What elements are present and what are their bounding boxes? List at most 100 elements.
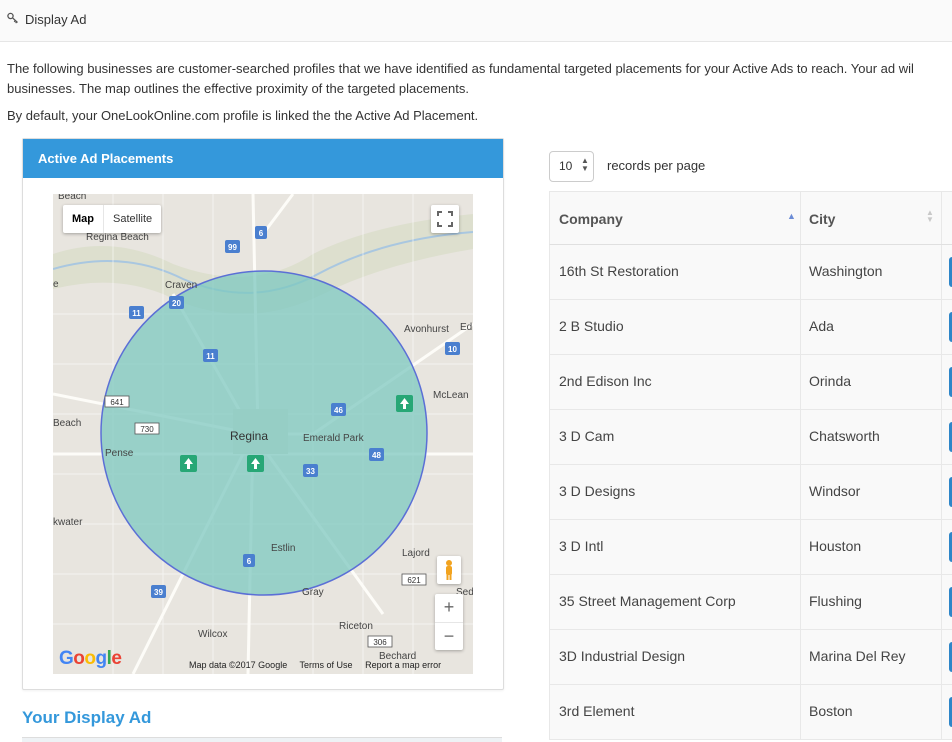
table-row[interactable]: 3 D Designs Windsor (549, 465, 952, 520)
svg-text:Estlin: Estlin (271, 543, 295, 554)
svg-text:46: 46 (334, 406, 343, 415)
company-cell: 2nd Edison Inc (550, 355, 801, 409)
intro-line-2: businesses. The map outlines the effecti… (7, 81, 469, 96)
svg-text:11: 11 (132, 309, 141, 318)
key-icon (7, 12, 19, 27)
pegman-icon (446, 560, 452, 580)
company-name: 3 D Designs (559, 483, 636, 499)
table-row[interactable]: 3 D Cam Chatsworth (549, 410, 952, 465)
svg-text:Regina: Regina (230, 429, 268, 443)
city-name: Boston (809, 703, 853, 719)
svg-text:Regina Beach: Regina Beach (86, 232, 149, 243)
zoom-in-button[interactable]: + (435, 594, 463, 622)
your-display-ad-heading: Your Display Ad (22, 708, 152, 727)
table-row[interactable]: 2nd Edison Inc Orinda (549, 355, 952, 410)
svg-text:6: 6 (259, 229, 264, 238)
table-row[interactable]: 3D Industrial Design Marina Del Rey (549, 630, 952, 685)
svg-text:Wilcox: Wilcox (198, 629, 227, 640)
sort-ascending-icon: ▲ (787, 211, 796, 221)
svg-text:10: 10 (448, 345, 457, 354)
company-name: 3D Industrial Design (559, 648, 686, 664)
company-cell: 3rd Element (550, 685, 801, 739)
company-cell: 16th St Restoration (550, 245, 801, 299)
report-map-error-link[interactable]: Report a map error (365, 660, 441, 670)
active-ad-placements-panel: Active Ad Placements 6 99 20 11 11 10 46… (22, 138, 504, 690)
city-name: Flushing (809, 593, 862, 609)
fullscreen-button[interactable] (431, 205, 459, 233)
column-header-company[interactable]: Company ▲ (550, 192, 801, 244)
svg-text:Emerald Park: Emerald Park (303, 433, 365, 444)
city-name: Houston (809, 538, 862, 554)
panel-header: Active Ad Placements (23, 139, 503, 178)
highway-6-top-shield: 6 (255, 226, 267, 239)
svg-text:e: e (53, 279, 59, 290)
highway-48-shield: 48 (369, 448, 384, 461)
city-name: Orinda (809, 373, 852, 389)
company-cell: 3D Industrial Design (550, 630, 801, 684)
table-header: Company ▲ City ▲ ▼ (549, 191, 952, 245)
highway-20-shield: 20 (169, 296, 184, 309)
svg-text:11: 11 (206, 352, 215, 361)
city-cell: Marina Del Rey (800, 630, 942, 684)
table-row[interactable]: 3rd Element Boston (549, 685, 952, 740)
svg-text:99: 99 (228, 243, 237, 252)
location-marker-icon (396, 395, 413, 412)
map-data-attribution: Map data ©2017 Google (189, 660, 288, 670)
city-name: Washington (809, 263, 883, 279)
city-cell: Windsor (800, 465, 942, 519)
city-cell: Boston (800, 685, 942, 739)
table-row[interactable]: 2 B Studio Ada (549, 300, 952, 355)
column-header-label: Company (559, 211, 623, 227)
sort-both-icon: ▲ ▼ (926, 208, 934, 224)
svg-text:39: 39 (154, 588, 163, 597)
company-name: 2nd Edison Inc (559, 373, 652, 389)
svg-text:33: 33 (306, 467, 315, 476)
table-row[interactable]: 35 Street Management Corp Flushing (549, 575, 952, 630)
svg-text:6: 6 (247, 557, 252, 566)
company-cell: 3 D Designs (550, 465, 801, 519)
company-name: 35 Street Management Corp (559, 593, 736, 609)
svg-text:Gray: Gray (302, 587, 324, 598)
map-attribution: Map data ©2017 Google Terms of Use Repor… (189, 660, 451, 670)
map-type-control: Map Satellite (63, 205, 162, 233)
column-header-city[interactable]: City ▲ ▼ (800, 192, 942, 244)
svg-text:306: 306 (373, 638, 387, 647)
zoom-out-button[interactable]: − (435, 622, 463, 651)
svg-text:Beach: Beach (53, 418, 81, 429)
map-type-satellite-button[interactable]: Satellite (103, 205, 161, 233)
map-view[interactable]: 6 99 20 11 11 10 46 48 33 6 39 641 730 6… (53, 194, 473, 674)
svg-text:20: 20 (172, 299, 181, 308)
road-730-shield: 730 (134, 422, 160, 435)
svg-text:Lajord: Lajord (402, 548, 430, 559)
table-row[interactable]: 16th St Restoration Washington (549, 245, 952, 300)
page-title: Display Ad (25, 12, 87, 27)
highway-33-shield: 33 (303, 464, 318, 477)
highway-11-mid-shield: 11 (203, 349, 218, 362)
highway-46-shield: 46 (331, 403, 346, 416)
company-name: 3 D Cam (559, 428, 615, 444)
company-name: 16th St Restoration (559, 263, 679, 279)
svg-text:Beach: Beach (58, 194, 86, 202)
google-logo[interactable]: Google (59, 648, 122, 670)
terms-of-use-link[interactable]: Terms of Use (300, 660, 353, 670)
company-cell: 35 Street Management Corp (550, 575, 801, 629)
map-canvas[interactable]: 6 99 20 11 11 10 46 48 33 6 39 641 730 6… (53, 194, 473, 674)
panel-title: Active Ad Placements (38, 151, 174, 166)
company-cell: 2 B Studio (550, 300, 801, 354)
company-name: 2 B Studio (559, 318, 624, 334)
street-view-button[interactable] (437, 556, 461, 584)
highway-99-shield: 99 (225, 240, 240, 253)
road-621-shield: 621 (401, 573, 427, 586)
city-name: Chatsworth (809, 428, 880, 444)
svg-text:641: 641 (110, 398, 124, 407)
placements-table: Company ▲ City ▲ ▼ 16th St Restoration Was… (549, 191, 952, 740)
map-type-map-button[interactable]: Map (63, 205, 103, 233)
table-row[interactable]: 3 D Intl Houston (549, 520, 952, 575)
top-bar: Display Ad (0, 0, 952, 42)
records-per-page-value: 10 (559, 159, 573, 173)
svg-text:621: 621 (407, 576, 421, 585)
location-marker-icon (180, 455, 197, 472)
records-per-page-select[interactable]: 10 ▲ ▼ (549, 151, 594, 182)
city-cell: Orinda (800, 355, 942, 409)
svg-text:kwater: kwater (53, 517, 83, 528)
